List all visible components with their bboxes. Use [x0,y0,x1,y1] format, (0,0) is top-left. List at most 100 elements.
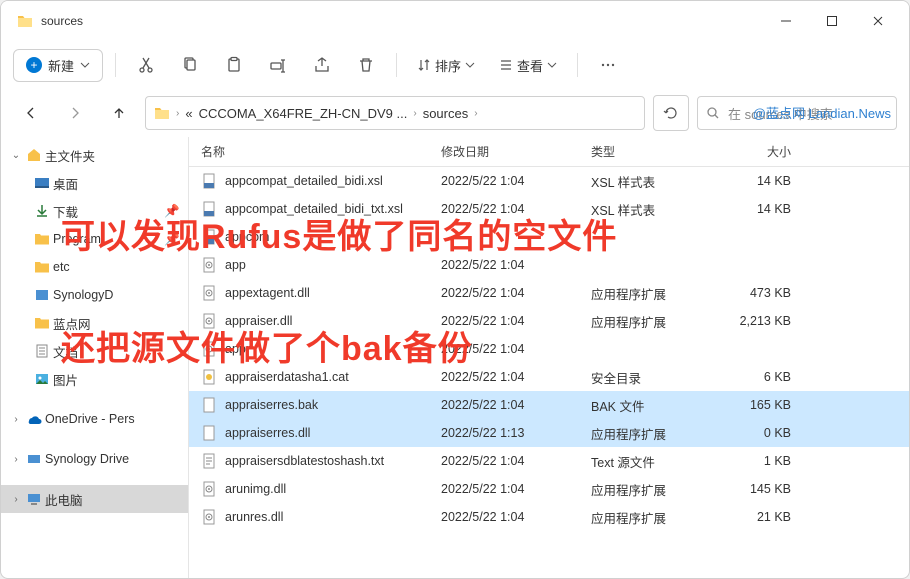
sort-button[interactable]: 排序 [409,49,483,81]
file-name: app [225,258,441,272]
file-size: 14 KB [711,202,791,216]
sidebar-item[interactable]: 蓝点网 [1,309,188,337]
file-type: 应用程序扩展 [591,424,711,443]
sidebar-item[interactable]: 图片 [1,365,188,393]
file-name: appraiserres.bak [225,398,441,412]
file-icon [201,453,219,469]
folder-icon [154,105,170,121]
file-list[interactable]: appcompat_detailed_bidi.xsl 2022/5/22 1:… [189,167,909,579]
chevron-down-icon [80,60,90,70]
sidebar-item[interactable]: SynologyD [1,281,188,309]
file-type: 安全目录 [591,368,711,387]
new-label: 新建 [48,56,74,75]
file-size: 473 KB [711,286,791,300]
sidebar-item[interactable]: 下载📌 [1,197,188,225]
file-type: 应用程序扩展 [591,508,711,527]
folder-icon [17,13,33,29]
sidebar-item[interactable]: 桌面 [1,169,188,197]
file-size: 6 KB [711,370,791,384]
sidebar-item[interactable]: 文档 [1,337,188,365]
file-row[interactable]: appcompat_detailed_bidi_txt.xsl 2022/5/2… [189,195,909,223]
paste-button[interactable] [216,49,252,81]
delete-button[interactable] [348,49,384,81]
header-type[interactable]: 类型 [591,143,711,160]
maximize-button[interactable] [809,5,855,37]
titlebar: sources [1,1,909,41]
sidebar-thispc[interactable]: ›此电脑 [1,485,188,513]
refresh-button[interactable] [653,95,689,131]
file-date: 2022/5/22 1:04 [441,342,591,356]
file-row[interactable]: appraiserres.bak 2022/5/22 1:04 BAK 文件 1… [189,391,909,419]
view-label: 查看 [517,56,543,75]
file-date: 2022/5/22 1:04 [441,370,591,384]
sidebar-item[interactable]: Program📌 [1,225,188,253]
file-row[interactable]: arunimg.dll 2022/5/22 1:04 应用程序扩展 145 KB [189,475,909,503]
sidebar-synology[interactable]: ›Synology Drive [1,445,188,473]
cut-button[interactable] [128,49,164,81]
file-row[interactable]: appraiserres.dll 2022/5/22 1:13 应用程序扩展 0… [189,419,909,447]
sort-label: 排序 [435,56,461,75]
more-button[interactable] [590,49,626,81]
minimize-button[interactable] [763,5,809,37]
file-icon [201,173,219,189]
toolbar: + 新建 排序 查看 [1,41,909,89]
view-button[interactable]: 查看 [491,49,565,81]
forward-button[interactable] [57,95,93,131]
file-row[interactable]: appraiserdatasha1.cat 2022/5/22 1:04 安全目… [189,363,909,391]
sidebar-item[interactable]: etc [1,253,188,281]
file-row[interactable]: arunres.dll 2022/5/22 1:04 应用程序扩展 21 KB [189,503,909,531]
file-date: 2022/5/22 1:04 [441,258,591,272]
file-type: 应用程序扩展 [591,480,711,499]
file-date: 2022/5/22 1:04 [441,314,591,328]
header-name[interactable]: 名称 [201,143,441,160]
file-type: 应用程序扩展 [591,284,711,303]
file-date: 2022/5/22 1:04 [441,454,591,468]
up-button[interactable] [101,95,137,131]
share-button[interactable] [304,49,340,81]
file-type: 应用程序扩展 [591,312,711,331]
file-type: BAK 文件 [591,396,711,415]
file-size: 2,213 KB [711,314,791,328]
file-name: appraisersdblatestoshash.txt [225,454,441,468]
file-icon [201,285,219,301]
header-date[interactable]: 修改日期 [441,143,591,160]
file-row[interactable]: appcompat_detailed_bidi.xsl 2022/5/22 1:… [189,167,909,195]
window-title: sources [41,14,763,28]
file-row[interactable]: app 2022/5/22 1:04 [189,251,909,279]
sidebar-home[interactable]: ⌄主文件夹 [1,141,188,169]
breadcrumb[interactable]: sources [423,106,469,121]
file-icon [201,257,219,273]
view-icon [499,58,513,72]
new-button[interactable]: + 新建 [13,49,103,82]
copy-button[interactable] [172,49,208,81]
file-name: appcompat_detailed_bidi.xsl [225,174,441,188]
back-button[interactable] [13,95,49,131]
file-date: 2022/5/22 1:04 [441,174,591,188]
file-icon [201,201,219,217]
file-name: appraiserdatasha1.cat [225,370,441,384]
chevron-down-icon [465,60,475,70]
file-icon [201,341,219,357]
file-row[interactable]: appr 2022/5/22 1:04 [189,335,909,363]
rename-button[interactable] [260,49,296,81]
file-row[interactable]: appraiser.dll 2022/5/22 1:04 应用程序扩展 2,21… [189,307,909,335]
file-row[interactable]: appraisersdblatestoshash.txt 2022/5/22 1… [189,447,909,475]
file-row[interactable]: appextagent.dll 2022/5/22 1:04 应用程序扩展 47… [189,279,909,307]
sort-icon [417,58,431,72]
header-size[interactable]: 大小 [711,143,791,160]
chevron-down-icon [547,60,557,70]
file-date: 2022/5/22 1:04 [441,286,591,300]
file-name: appr [225,342,441,356]
sidebar-onedrive[interactable]: ›OneDrive - Pers [1,405,188,433]
file-name: arunimg.dll [225,482,441,496]
breadcrumb[interactable]: CCCOMA_X64FRE_ZH-CN_DV9 ... [199,106,408,121]
search-icon [706,106,720,120]
address-field[interactable]: › « CCCOMA_X64FRE_ZH-CN_DV9 ... › source… [145,96,645,130]
file-type: XSL 样式表 [591,172,711,191]
file-name: appextagent.dll [225,286,441,300]
close-button[interactable] [855,5,901,37]
file-row[interactable]: appcom [189,223,909,251]
file-date: 2022/5/22 1:04 [441,510,591,524]
sidebar: ⌄主文件夹 桌面 下载📌 Program📌 etc SynologyD 蓝点网 … [1,137,189,579]
file-icon [201,369,219,385]
